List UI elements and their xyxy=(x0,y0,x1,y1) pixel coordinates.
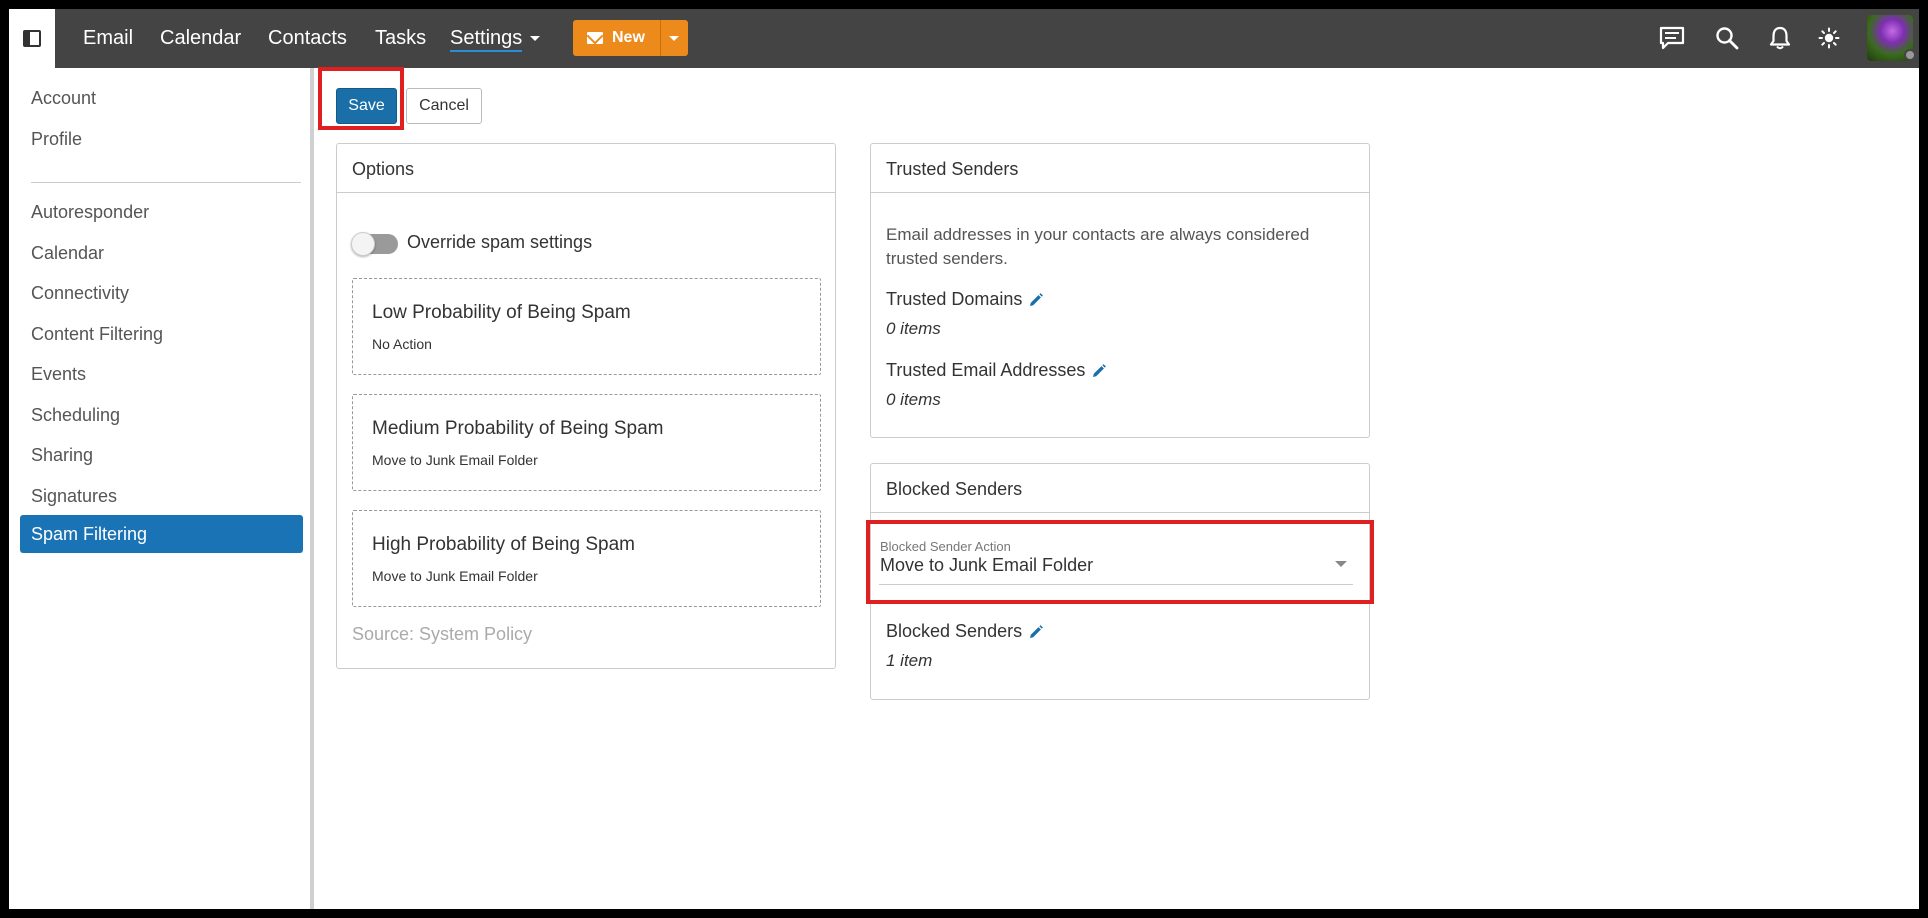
envelope-icon xyxy=(587,32,603,44)
new-button[interactable]: New xyxy=(573,20,688,56)
trusted-domains-row: Trusted Domains xyxy=(886,289,1044,310)
presence-status-dot xyxy=(1904,49,1916,61)
new-button-label: New xyxy=(612,29,645,46)
override-spam-label: Override spam settings xyxy=(407,232,593,252)
blocked-sender-action-select[interactable]: Blocked Sender Action Move to Junk Email… xyxy=(879,539,1353,585)
trusted-senders-description: Email addresses in your contacts are alw… xyxy=(886,225,1310,268)
settings-sidebar: Account Profile Autoresponder Calendar C… xyxy=(9,68,314,909)
notifications-button[interactable] xyxy=(1765,23,1795,53)
new-button-main[interactable]: New xyxy=(573,20,660,56)
trusted-senders-title: Trusted Senders xyxy=(871,144,1369,193)
sidebar-item-content-filtering[interactable]: Content Filtering xyxy=(31,324,163,345)
sidebar-divider xyxy=(31,182,301,183)
save-button[interactable]: Save xyxy=(336,88,397,124)
sidebar-item-account[interactable]: Account xyxy=(31,88,96,109)
policy-source-text: Source: System Policy xyxy=(352,624,533,644)
search-button[interactable] xyxy=(1712,23,1742,53)
blocked-senders-title: Blocked Senders xyxy=(871,464,1369,513)
chat-icon xyxy=(1659,26,1685,50)
sidebar-item-calendar[interactable]: Calendar xyxy=(31,243,104,264)
spam-level-low[interactable]: Low Probability of Being Spam No Action xyxy=(352,278,821,375)
sidebar-item-profile[interactable]: Profile xyxy=(31,129,82,150)
nav-contacts[interactable]: Contacts xyxy=(268,27,347,50)
sidebar-item-signatures[interactable]: Signatures xyxy=(31,486,117,507)
chevron-down-icon xyxy=(669,35,680,41)
chevron-down-icon xyxy=(530,36,541,42)
sidebar-item-connectivity[interactable]: Connectivity xyxy=(31,283,129,304)
spam-level-high[interactable]: High Probability of Being Spam Move to J… xyxy=(352,510,821,607)
trusted-domains-label: Trusted Domains xyxy=(886,289,1023,309)
sidebar-item-autoresponder[interactable]: Autoresponder xyxy=(31,202,149,223)
sidebar-item-spam-filtering[interactable]: Spam Filtering xyxy=(20,515,303,553)
sidebar-panel-icon xyxy=(23,30,41,47)
blocked-sender-action-value: Move to Junk Email Folder xyxy=(880,555,1094,575)
top-bar: Email Calendar Contacts Tasks Settings N… xyxy=(9,9,1919,68)
nav-tasks[interactable]: Tasks xyxy=(375,27,426,50)
theme-toggle-button[interactable] xyxy=(1814,23,1844,53)
spam-level-action: Move to Junk Email Folder xyxy=(372,568,538,584)
sidebar-item-events[interactable]: Events xyxy=(31,364,86,385)
toggle-knob xyxy=(351,232,375,256)
spam-level-title: Medium Probability of Being Spam xyxy=(372,418,664,439)
trusted-domains-count: 0 items xyxy=(886,319,941,338)
trusted-senders-panel: Trusted Senders Email addresses in your … xyxy=(870,143,1370,438)
trusted-emails-row: Trusted Email Addresses xyxy=(886,360,1107,381)
sun-icon xyxy=(1818,27,1840,49)
new-dropdown-button[interactable] xyxy=(659,20,688,56)
spam-level-title: Low Probability of Being Spam xyxy=(372,302,631,323)
avatar[interactable] xyxy=(1867,15,1916,61)
options-panel: Options Override spam settings Low Proba… xyxy=(336,143,836,669)
nav-settings[interactable]: Settings xyxy=(450,27,541,52)
spam-level-action: Move to Junk Email Folder xyxy=(372,452,538,468)
pencil-icon[interactable] xyxy=(1092,363,1107,378)
chat-button[interactable] xyxy=(1657,23,1687,53)
trusted-emails-count: 0 items xyxy=(886,390,941,409)
cancel-button[interactable]: Cancel xyxy=(406,88,482,124)
blocked-senders-label: Blocked Senders xyxy=(886,621,1023,641)
blocked-sender-action-label: Blocked Sender Action xyxy=(880,539,1011,554)
bell-icon xyxy=(1769,26,1791,50)
blocked-senders-count: 1 item xyxy=(886,651,933,670)
blocked-senders-row: Blocked Senders xyxy=(886,621,1043,642)
pencil-icon[interactable] xyxy=(1029,292,1044,307)
search-icon xyxy=(1716,27,1739,50)
spam-level-action: No Action xyxy=(372,336,432,352)
options-panel-title: Options xyxy=(337,144,835,193)
nav-settings-label: Settings xyxy=(450,27,523,52)
app-window: Email Calendar Contacts Tasks Settings N… xyxy=(9,9,1919,909)
spam-level-title: High Probability of Being Spam xyxy=(372,534,635,555)
sidebar-item-sharing[interactable]: Sharing xyxy=(31,445,93,466)
trusted-emails-label: Trusted Email Addresses xyxy=(886,360,1086,380)
sidebar-item-scheduling[interactable]: Scheduling xyxy=(31,405,120,426)
pencil-icon[interactable] xyxy=(1029,624,1043,639)
sidebar-toggle-button[interactable] xyxy=(9,9,55,68)
nav-email[interactable]: Email xyxy=(83,27,133,50)
nav-calendar[interactable]: Calendar xyxy=(160,27,241,50)
chevron-down-icon xyxy=(1335,561,1347,567)
spam-level-medium[interactable]: Medium Probability of Being Spam Move to… xyxy=(352,394,821,491)
override-spam-toggle[interactable] xyxy=(351,232,398,256)
